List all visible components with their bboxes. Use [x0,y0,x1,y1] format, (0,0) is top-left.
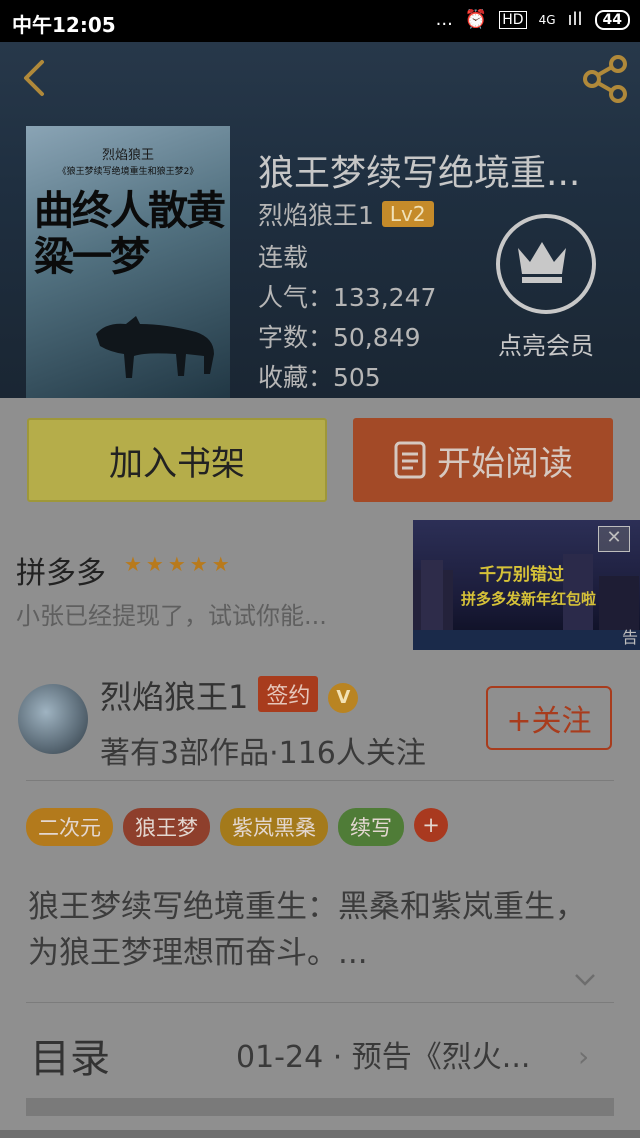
hd-icon: HD [499,10,527,29]
wolf-illustration [96,316,214,378]
divider [26,780,614,781]
follow-button[interactable]: +关注 [486,686,612,750]
ad-tag: 告 [621,628,638,647]
book-favorites: 收藏：505 [258,363,381,392]
toc-label: 目录 [30,1036,110,1082]
expand-chevron-icon[interactable] [574,972,596,988]
tag-list: 二次元 狼王梦 紫岚黑桑 续写 + [26,808,448,846]
book-status: 连载 [258,243,309,272]
book-icon [394,441,426,479]
ad-headline: 千万别错过 [479,565,564,585]
cover-subtitle: 《狼王梦续写绝境重生和狼王梦2》 [57,167,199,177]
status-icons: ... ⏰ HD 4G ıll 44 [436,9,630,30]
ad-description: 小张已经提现了，试试你能... [16,602,327,630]
ad-rating-stars: ★★★★★ [124,552,234,576]
tag-item[interactable]: 紫岚黑桑 [220,808,328,846]
author-card: 烈焰狼王1 签约 V 著有3部作品·116人关注 +关注 [0,670,640,780]
start-reading-label: 开始阅读 [437,443,573,484]
book-author[interactable]: 烈焰狼王1 [258,201,374,230]
signal-icon: ıll [567,9,583,30]
signed-badge: 签约 [258,676,319,712]
tag-item[interactable]: 狼王梦 [123,808,210,846]
latest-chapter: 01-24 · 预告《烈火... [236,1040,531,1075]
ad-image[interactable]: 千万别错过 拼多多发新年红包啦 ✕ 告 [413,520,640,650]
bottom-edge [0,1130,640,1138]
battery-icon: 44 [594,9,630,30]
bottom-section [26,1098,614,1116]
ad-banner[interactable]: 拼多多 ★★★★★ 小张已经提现了，试试你能... 千万别错过 拼多多发新年红包… [0,520,640,650]
chevron-right-icon: › [578,1040,590,1073]
status-bar: 中午12:05 ... ⏰ HD 4G ıll 44 [0,0,640,42]
alarm-icon: ⏰ [464,9,488,30]
verified-icon: V [328,683,359,713]
book-word-count: 字数：50,849 [258,323,421,352]
ad-subheadline: 拼多多发新年红包啦 [461,590,597,608]
book-author-row: 烈焰狼王1 Lv2 [258,196,434,232]
book-summary[interactable]: 狼王梦续写绝境重生：黑桑和紫岚重生，为狼王梦理想而奋斗。... [28,884,608,976]
close-icon[interactable]: ✕ [598,526,630,552]
book-cover[interactable]: 烈焰狼王 《狼王梦续写绝境重生和狼王梦2》 曲终人散黄粱一梦 [26,126,230,398]
author-name[interactable]: 烈焰狼王1 [100,678,248,716]
book-header: 烈焰狼王 《狼王梦续写绝境重生和狼王梦2》 曲终人散黄粱一梦 狼王梦续写绝境重.… [0,42,640,398]
author-stats: 著有3部作品·116人关注 [100,736,426,771]
avatar[interactable] [18,684,88,754]
vip-label: 点亮会员 [498,332,594,360]
author-level-badge: Lv2 [381,201,434,227]
tag-item[interactable]: 续写 [338,808,404,846]
status-time: 中午12:05 [12,13,116,37]
start-reading-button[interactable]: 开始阅读 [353,418,613,502]
book-title: 狼王梦续写绝境重... [258,153,581,194]
author-name-row: 烈焰狼王1 签约 V [100,672,359,718]
back-chevron-icon[interactable] [18,58,58,98]
ad-sponsor-name: 拼多多 [16,556,106,591]
add-tag-button[interactable]: + [414,808,448,842]
tag-item[interactable]: 二次元 [26,808,113,846]
divider [26,1002,614,1003]
table-of-contents-row[interactable]: 目录 01-24 · 预告《烈火... › [0,1010,640,1094]
crown-icon [496,214,596,314]
add-to-shelf-button[interactable]: 加入书架 [27,418,327,502]
share-icon[interactable] [580,54,630,104]
cover-author: 烈焰狼王 [101,148,154,163]
vip-button[interactable]: 点亮会员 [486,214,606,361]
book-popularity: 人气：133,247 [258,283,437,312]
more-dots-icon: ... [435,9,453,30]
cover-title-art: 曲终人散黄粱一梦 [34,187,226,280]
network-4g-icon: 4G [538,12,556,27]
